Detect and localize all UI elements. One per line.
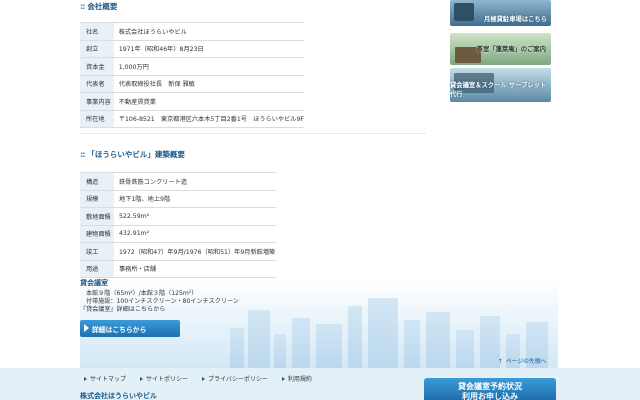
row-label: 所在地 bbox=[80, 109, 114, 128]
parking-banner[interactable]: 月極貸駐車場はこちら bbox=[450, 0, 551, 26]
row-label: 事業内容 bbox=[80, 92, 114, 110]
table-row: 資本金 1,000万円 bbox=[80, 57, 304, 75]
row-value: 不動産賃貸業 bbox=[113, 92, 304, 110]
meeting-room-detail-text: 『貸会議室』詳細はこちらから bbox=[80, 306, 166, 313]
building-silhouette bbox=[248, 310, 270, 368]
building-overview-section: :: 「ほうらいやビル」建築概要 構造 鉄骨鉄筋コンクリート造 規模 地下1階、地上… bbox=[80, 148, 276, 278]
details-button[interactable]: 詳細はこちらから bbox=[80, 320, 180, 337]
meeting-room-facilities: 付帯施設：100インチスクリーン・80インチスクリーン bbox=[86, 298, 239, 305]
page: :: 会社概要 社名 株式会社ほうらいやビル 創立 1971年（昭和46年）8月23… bbox=[0, 0, 640, 400]
row-value: 1972（昭和47）年9月/1976（昭和51）年9月新館増築 bbox=[114, 242, 276, 260]
row-label: 社名 bbox=[80, 22, 114, 40]
row-value: 1,000万円 bbox=[113, 57, 304, 75]
meeting-room-banner[interactable]: 貸会議室＆スクール サーブレット代行 bbox=[450, 68, 551, 102]
building-silhouette bbox=[230, 328, 244, 368]
building-silhouette bbox=[274, 334, 286, 368]
reservation-status-button[interactable]: 貸会議室予約状況 利用お申し込み bbox=[424, 378, 556, 400]
building-silhouette bbox=[404, 320, 420, 368]
row-label: 敷地面積 bbox=[80, 207, 114, 225]
table-row: 社名 株式会社ほうらいやビル bbox=[80, 22, 304, 40]
row-value: 事務所・店舗 bbox=[114, 259, 276, 278]
triangle-right-icon bbox=[281, 376, 285, 381]
company-overview-section: :: 会社概要 社名 株式会社ほうらいやビル 創立 1971年（昭和46年）8月23… bbox=[80, 0, 304, 128]
parking-photo bbox=[454, 3, 474, 21]
building-overview-heading: :: 「ほうらいやビル」建築概要 bbox=[80, 149, 185, 159]
footer-link-terms[interactable]: 利用規約 bbox=[281, 374, 312, 383]
footer-link-privacy-policy[interactable]: プライバシーポリシー bbox=[202, 374, 268, 383]
building-silhouette bbox=[426, 312, 450, 368]
building-info-table: 構造 鉄骨鉄筋コンクリート造 規模 地下1階、地上9階 敷地面積 522.59m² 建… bbox=[80, 172, 276, 278]
building-silhouette bbox=[348, 306, 362, 368]
triangle-right-icon bbox=[140, 376, 144, 381]
row-value: 1971年（昭和46年）8月23日 bbox=[113, 39, 304, 58]
row-value: 〒106-8521 東京都港区六本木5丁目2番1号 ほうらいやビル9F bbox=[113, 109, 304, 128]
arrow-up-icon: ↑ bbox=[498, 359, 503, 365]
row-label: 創立 bbox=[80, 39, 114, 58]
reservation-status-label: 貸会議室予約状況 bbox=[458, 382, 522, 391]
row-value: 鉄骨鉄筋コンクリート造 bbox=[114, 172, 276, 190]
building-silhouette bbox=[456, 330, 474, 368]
table-row: 用途 事務所・店舗 bbox=[80, 259, 276, 278]
row-label: 用途 bbox=[80, 259, 114, 278]
row-label: 資本金 bbox=[80, 57, 114, 75]
building-silhouette bbox=[292, 318, 310, 368]
table-row: 構造 鉄骨鉄筋コンクリート造 bbox=[80, 172, 276, 190]
table-row: 代表者 代表取締役社長 新保 雅敏 bbox=[80, 74, 304, 93]
section-divider bbox=[80, 133, 425, 134]
row-value: 地下1階、地上9階 bbox=[114, 189, 276, 208]
row-value: 522.59m² bbox=[114, 207, 276, 225]
table-row: 竣工 1972（昭和47）年9月/1976（昭和51）年9月新館増築 bbox=[80, 242, 276, 260]
meeting-room-title: 貸会議室 bbox=[80, 279, 108, 287]
row-value: 432.91m² bbox=[114, 224, 276, 243]
building-silhouette bbox=[480, 316, 500, 368]
footer: サイトマップ サイトポリシー プライバシーポリシー 利用規約 株式会社ほうらいや… bbox=[0, 368, 640, 400]
reservation-apply-label: 利用お申し込み bbox=[462, 392, 518, 400]
row-label: 建物面積 bbox=[80, 224, 114, 243]
table-row: 建物面積 432.91m² bbox=[80, 224, 276, 243]
company-info-table: 社名 株式会社ほうらいやビル 創立 1971年（昭和46年）8月23日 資本金 1,0… bbox=[80, 22, 304, 128]
row-value: 株式会社ほうらいやビル bbox=[113, 22, 304, 40]
heading-dots-icon: :: bbox=[80, 149, 86, 159]
footer-company-name: 株式会社ほうらいやビル bbox=[80, 392, 157, 400]
heading-dots-icon: :: bbox=[80, 1, 86, 11]
table-row: 所在地 〒106-8521 東京都港区六本木5丁目2番1号 ほうらいやビル9F bbox=[80, 109, 304, 128]
footer-link-site-policy[interactable]: サイトポリシー bbox=[140, 374, 188, 383]
page-top-link[interactable]: ↑ ページの先頭へ bbox=[498, 356, 546, 365]
row-label: 代表者 bbox=[80, 74, 114, 93]
meeting-room-section: 貸会議室 本館９階（65m²）/本館３階（125m²） 付帯施設：100インチス… bbox=[80, 278, 380, 314]
table-row: 敷地面積 522.59m² bbox=[80, 207, 276, 225]
triangle-right-icon bbox=[202, 376, 206, 381]
meeting-room-sizes: 本館９階（65m²）/本館３階（125m²） bbox=[86, 290, 198, 297]
row-label: 構造 bbox=[80, 172, 114, 190]
company-overview-heading: :: 会社概要 bbox=[80, 1, 118, 11]
footer-nav: サイトマップ サイトポリシー プライバシーポリシー 利用規約 bbox=[84, 374, 312, 383]
footer-link-sitemap[interactable]: サイトマップ bbox=[84, 374, 126, 383]
table-row: 創立 1971年（昭和46年）8月23日 bbox=[80, 39, 304, 58]
triangle-right-icon bbox=[84, 376, 87, 381]
tea-room-banner[interactable]: 茶室「蓬萊庵」のご案内 bbox=[450, 33, 551, 65]
table-row: 事業内容 不動産賃貸業 bbox=[80, 92, 304, 110]
row-value: 代表取締役社長 新保 雅敏 bbox=[113, 74, 304, 93]
row-label: 規模 bbox=[80, 189, 114, 208]
building-silhouette bbox=[316, 324, 342, 368]
row-label: 竣工 bbox=[80, 242, 114, 260]
arrow-right-icon bbox=[84, 324, 89, 332]
table-row: 規模 地下1階、地上9階 bbox=[80, 189, 276, 208]
